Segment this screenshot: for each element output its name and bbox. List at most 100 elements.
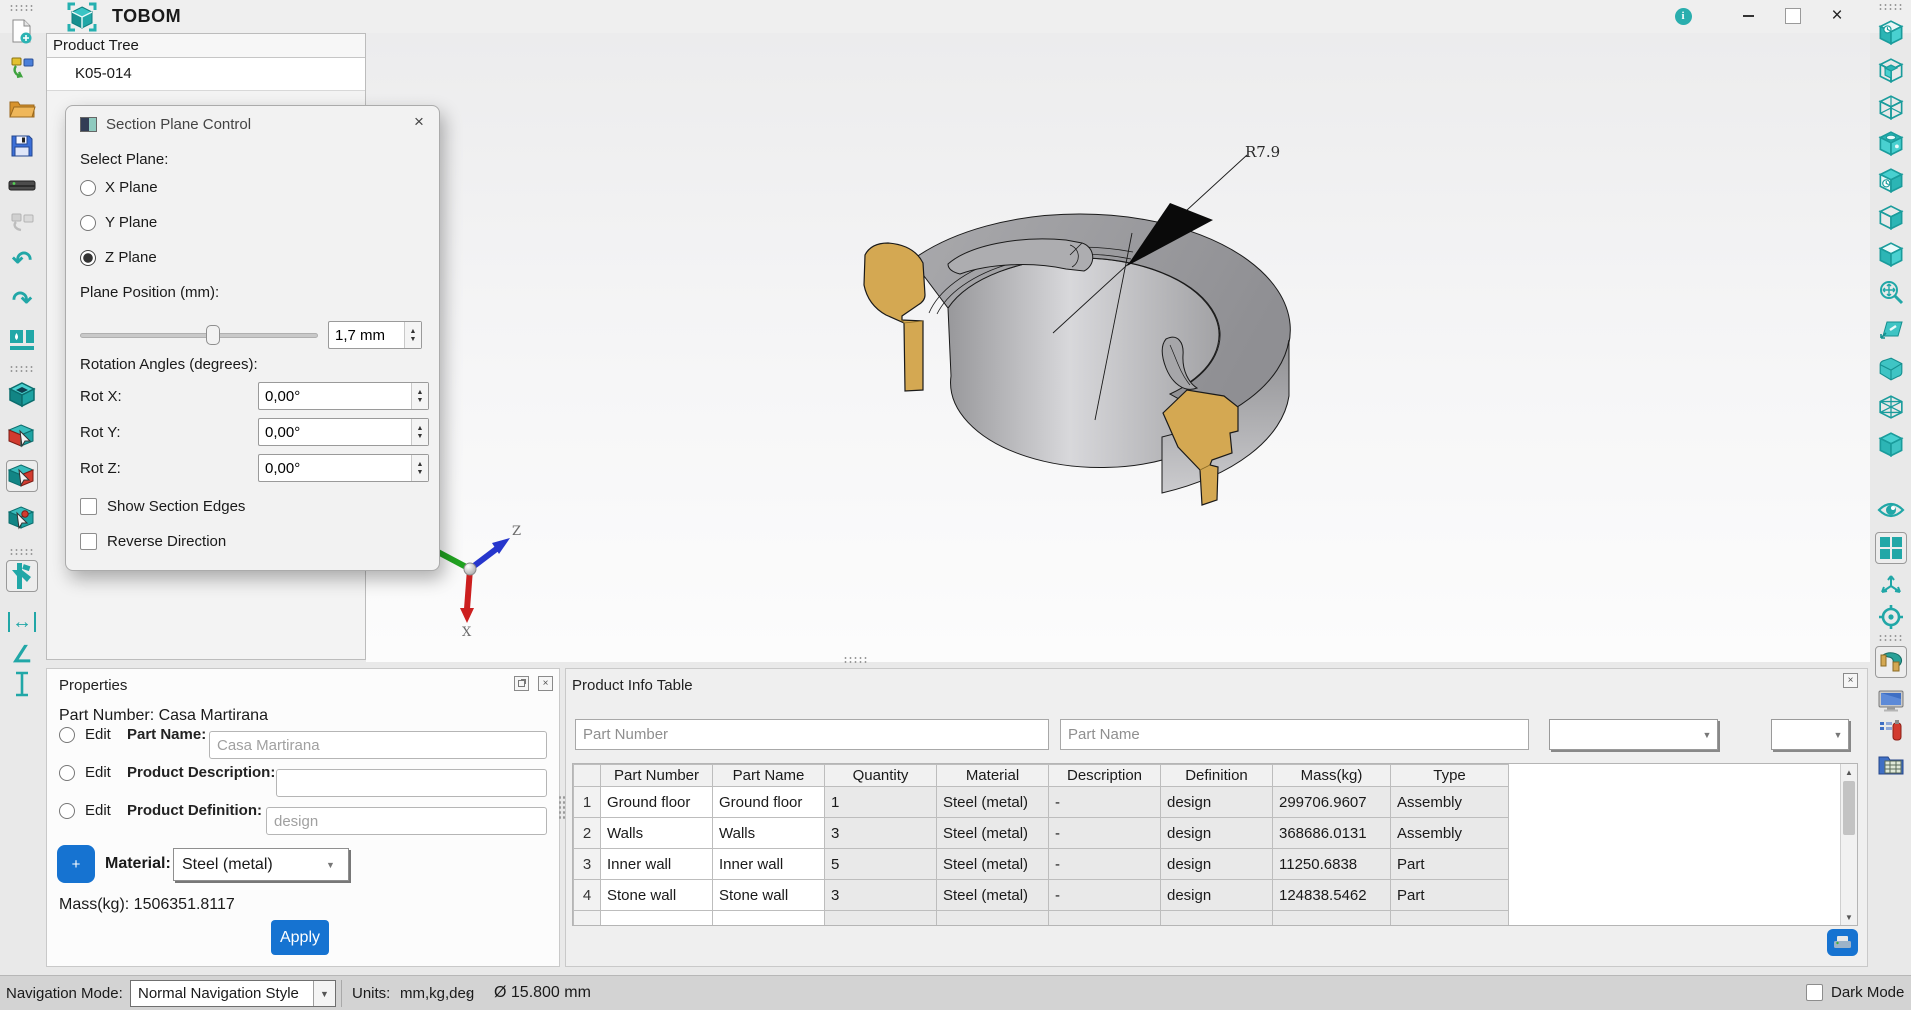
rot-x-input[interactable] [259, 383, 411, 409]
units-value[interactable]: mm,kg,deg [400, 985, 474, 1002]
visibility-eye-button[interactable] [1875, 494, 1907, 526]
spinner[interactable]: ▲ ▼ [411, 419, 428, 445]
view-open-cube-button[interactable] [1875, 128, 1907, 160]
material-select[interactable]: Steel (metal) ▼ [173, 848, 349, 881]
radio-z-plane[interactable]: Z Plane [80, 249, 157, 266]
col-material[interactable]: Material [936, 764, 1049, 787]
plane-position-slider[interactable] [80, 325, 318, 345]
spin-down-icon[interactable]: ▼ [417, 469, 424, 476]
four-views-button-active[interactable] [1875, 532, 1907, 564]
plane-position-input[interactable] [329, 322, 404, 348]
spinner[interactable]: ▲ ▼ [411, 383, 428, 409]
col-part-number[interactable]: Part Number [600, 764, 713, 787]
panel-splitter-handle[interactable] [843, 656, 867, 663]
view-iso-front-button[interactable] [1875, 165, 1907, 197]
slider-thumb[interactable] [206, 325, 221, 345]
solid-cube-button[interactable] [1875, 429, 1907, 461]
spin-up-icon[interactable]: ▲ [417, 461, 424, 468]
info-button[interactable]: i [1670, 5, 1696, 27]
parts-list-button[interactable] [1875, 715, 1907, 747]
apply-button[interactable]: Apply [271, 920, 329, 955]
dialog-close-button[interactable]: × [406, 112, 432, 136]
viewport-3d[interactable]: R7.9 Z X [366, 33, 1870, 662]
export-print-button[interactable] [1827, 929, 1858, 956]
col-type[interactable]: Type [1390, 764, 1509, 787]
spinner[interactable]: ▲ ▼ [404, 322, 421, 348]
scroll-up-icon[interactable]: ▲ [1841, 764, 1857, 780]
rot-y-input[interactable] [259, 419, 411, 445]
save-button[interactable] [6, 130, 38, 162]
zoom-fit-button[interactable] [1875, 276, 1907, 308]
spin-up-icon[interactable]: ▲ [417, 389, 424, 396]
units-caret-icon[interactable]: ▾ [466, 990, 470, 999]
view-wireframe-button[interactable] [1875, 92, 1907, 124]
section-plane-button-active[interactable] [6, 460, 38, 492]
filter-dropdown-2[interactable]: ▼ [1771, 719, 1849, 750]
dark-mode-checkbox[interactable] [1806, 984, 1823, 1001]
navigation-mode-select[interactable]: Normal Navigation Style ▼ [130, 980, 336, 1007]
measure-distance-button[interactable]: ↔ [6, 606, 38, 638]
origin-target-button[interactable] [1875, 601, 1907, 633]
spinner[interactable]: ▲ ▼ [411, 455, 428, 481]
render-image-button[interactable] [6, 324, 38, 356]
add-material-button[interactable]: + [57, 845, 95, 883]
reverse-direction-input[interactable] [80, 533, 97, 550]
toolbar-drag-handle[interactable] [1878, 3, 1902, 10]
undo-button[interactable]: ↶ [6, 244, 38, 276]
table-scrollbar[interactable]: ▲ ▼ [1840, 764, 1857, 925]
col-part-name[interactable]: Part Name [712, 764, 825, 787]
table-row[interactable]: 4 Stone wall Stone wall 3 Steel (metal) … [573, 879, 1509, 911]
display-monitor-button[interactable] [1875, 685, 1907, 717]
tree-item-k05-014[interactable]: K05-014 [47, 58, 365, 82]
vertical-splitter-handle[interactable] [558, 795, 565, 819]
col-quantity[interactable]: Quantity [824, 764, 937, 787]
report-table-button[interactable] [1875, 749, 1907, 781]
solid-round-cube-button[interactable] [1875, 353, 1907, 385]
table-row[interactable]: 1 Ground floor Ground floor 1 Steel (met… [573, 786, 1509, 818]
spin-down-icon[interactable]: ▼ [417, 397, 424, 404]
close-button[interactable]: × [1824, 5, 1850, 27]
part-name-input[interactable] [209, 731, 547, 759]
col-mass[interactable]: Mass(kg) [1272, 764, 1391, 787]
storage-drive-button[interactable] [6, 170, 38, 202]
rot-z-input[interactable] [259, 455, 411, 481]
slider-track[interactable] [80, 333, 318, 338]
toolbar-drag-handle[interactable] [1878, 634, 1902, 641]
table-row[interactable]: 3 Inner wall Inner wall 5 Steel (metal) … [573, 848, 1509, 880]
view-hidden-line-button[interactable] [1875, 202, 1907, 234]
edit-product-description-radio[interactable] [59, 764, 75, 781]
dark-mode-toggle[interactable]: Dark Mode [1806, 984, 1904, 1001]
radio-x-plane-input[interactable] [80, 179, 96, 196]
section-by-face-button[interactable] [6, 420, 38, 452]
open-folder-button[interactable] [6, 92, 38, 124]
reverse-direction-checkbox[interactable]: Reverse Direction [80, 533, 226, 550]
edit-part-name-radio[interactable] [59, 726, 75, 743]
part-name-filter-input[interactable] [1060, 719, 1529, 750]
view-cube-button[interactable] [6, 378, 38, 410]
scrollbar-thumb[interactable] [1843, 781, 1855, 835]
toolbar-drag-handle[interactable] [9, 548, 33, 555]
edit-product-definition-radio[interactable] [59, 802, 75, 819]
view-iso-back-button[interactable] [1875, 17, 1907, 49]
col-definition[interactable]: Definition [1160, 764, 1273, 787]
sketch-plane-button[interactable] [1875, 315, 1907, 347]
spin-up-icon[interactable]: ▲ [417, 425, 424, 432]
panel-close-button[interactable]: × [538, 676, 553, 691]
show-section-edges-input[interactable] [80, 498, 97, 515]
maximize-button[interactable] [1780, 5, 1806, 27]
filter-dropdown-1[interactable]: ▼ [1549, 719, 1718, 750]
axis-arrows-button[interactable] [1875, 569, 1907, 601]
view-wireframe-solid-button[interactable] [1875, 55, 1907, 87]
measure-caliper-button-active[interactable] [6, 560, 38, 592]
section-by-point-button[interactable] [6, 502, 38, 534]
spin-down-icon[interactable]: ▼ [417, 433, 424, 440]
part-number-filter-input[interactable] [575, 719, 1049, 750]
radio-x-plane[interactable]: X Plane [80, 179, 158, 196]
toolbar-drag-handle[interactable] [9, 365, 33, 372]
assembly-import-button[interactable] [6, 52, 38, 84]
col-description[interactable]: Description [1048, 764, 1161, 787]
product-definition-input[interactable] [266, 807, 547, 835]
panel-close-button[interactable]: × [1843, 673, 1858, 688]
scroll-down-icon[interactable]: ▼ [1841, 909, 1857, 925]
panel-restore-button[interactable] [514, 676, 529, 691]
